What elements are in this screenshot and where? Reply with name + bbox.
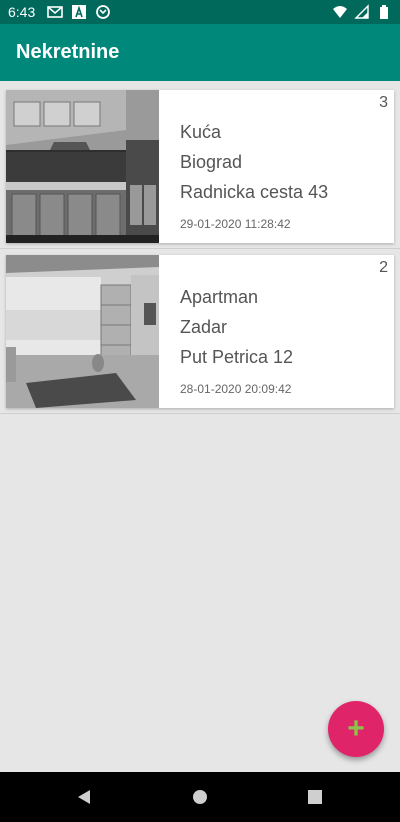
status-time: 6:43 [8,4,36,20]
listing-card[interactable]: Kuća Biograd Radnicka cesta 43 29-01-202… [6,90,394,243]
listing-photo-living-room [6,255,159,408]
listing-date: 28-01-2020 20:09:42 [180,382,292,396]
app-title: Nekretnine [16,41,120,63]
recents-icon[interactable] [307,789,323,805]
add-listing-button[interactable]: + [328,701,384,757]
listing-type: Apartman [180,287,259,307]
notification-icons [47,4,111,20]
text-a-icon [72,5,87,19]
battery-icon [380,5,388,19]
listing-card[interactable]: Apartman Zadar Put Petrica 12 28-01-2020… [6,255,394,408]
listing-details: Kuća Biograd Radnicka cesta 43 29-01-202… [180,90,394,243]
add-icon: + [347,712,365,745]
status-bar: 6:43 [0,0,400,24]
listing-id: 2 [379,259,388,276]
divider [0,413,400,414]
cell-signal-icon [354,4,369,19]
divider [0,248,400,249]
home-icon[interactable] [192,789,208,805]
listing-details: Apartman Zadar Put Petrica 12 28-01-2020… [180,255,394,408]
wifi-icon [333,6,347,18]
app-bar: Nekretnine [0,24,400,81]
listing-address: Put Petrica 12 [180,347,294,367]
back-icon[interactable] [76,789,92,805]
system-icons [332,4,392,20]
listing-photo-kitchen [6,90,159,243]
listing-date: 29-01-2020 11:28:42 [180,217,291,231]
listing-address: Radnicka cesta 43 [180,182,329,202]
listing-type: Kuća [180,122,222,142]
gmail-icon [47,6,64,18]
system-nav-bar [0,772,400,822]
sync-icon [96,5,111,19]
listing-id: 3 [379,94,388,111]
listing-city: Biograd [180,152,243,172]
listing-city: Zadar [180,317,228,337]
